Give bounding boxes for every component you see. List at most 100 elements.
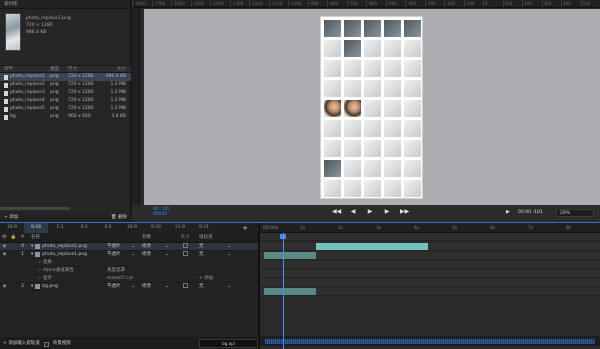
- aspect-tab[interactable]: 3:4: [96, 223, 120, 233]
- asset-row[interactable]: bg png 960 x 640 3.4 KB: [0, 113, 131, 121]
- layer-track-select[interactable]: 无 ⌄: [196, 251, 234, 258]
- layer-row[interactable]: ◉ 2 ▾ bg.png 不透叶 ⌄ 修改 ⌄ 无 ⌄: [0, 283, 258, 291]
- aspect-tab[interactable]: 4:3: [72, 223, 96, 233]
- aspect-tab[interactable]: 16:9: [0, 223, 24, 233]
- eye-icon[interactable]: ◉: [0, 251, 9, 258]
- timeline-tick: 8s: [566, 226, 572, 231]
- layer-track-select[interactable]: 无 ⌄: [196, 283, 234, 290]
- add-aspect-button[interactable]: +: [240, 223, 250, 233]
- ruler-mark: -1700: [151, 0, 172, 7]
- aspect-tab[interactable]: 21:9: [168, 223, 192, 233]
- timeline-ruler[interactable]: 00:00s 1s 2s 3s 4s 5s 6s 7s 8s: [260, 223, 600, 233]
- asset-scrollbar[interactable]: [0, 207, 70, 210]
- timeline-track-6: [260, 288, 600, 296]
- clip-photo-replace1-a[interactable]: [316, 243, 428, 250]
- layer-blend-select[interactable]: 真度遮罩: [104, 267, 139, 274]
- column-type[interactable]: 类型: [48, 66, 66, 72]
- column-dimensions[interactable]: 尺寸: [66, 66, 96, 72]
- skip-forward-icon[interactable]: ▶▶: [400, 208, 409, 215]
- add-asset-button[interactable]: + 添加: [4, 213, 18, 222]
- expand-icon[interactable]: ›: [39, 259, 41, 266]
- layer-track-select[interactable]: 无 ⌄: [196, 243, 234, 250]
- expand-icon[interactable]: ▾: [31, 243, 33, 250]
- chevron-down-icon: ⌄: [227, 244, 231, 249]
- aspect-tab[interactable]: 1:1: [48, 223, 72, 233]
- chevron-down-icon: ⌄: [227, 252, 231, 257]
- playback-controls: ◀◀ ◀ ▶ ▶ ▶▶: [332, 208, 409, 215]
- ruler-mark: -300: [424, 0, 445, 7]
- column-filesize[interactable]: 大小: [96, 66, 129, 72]
- layer-blend-select[interactable]: 不透叶 ⌄: [104, 283, 139, 290]
- play-icon[interactable]: ▶: [366, 208, 374, 215]
- column-name[interactable]: 名称: [0, 66, 48, 72]
- playhead-line[interactable]: [283, 233, 284, 349]
- expand-icon[interactable]: ▾: [31, 251, 33, 258]
- asset-row[interactable]: photo_replace4 png 720 x 1280 1.3 MB: [0, 97, 131, 105]
- layer-row[interactable]: ◉ 0 ▾ photo_replace1.png 不透叶 ⌄ 修改 ⌄ 无 ⌄: [0, 243, 258, 251]
- clip-bg[interactable]: [264, 288, 316, 295]
- asset-row[interactable]: photo_replace3 png 720 x 1280 1.3 MB: [0, 89, 131, 97]
- layer-param-select[interactable]: 修改 ⌄: [139, 283, 174, 290]
- layer-size[interactable]: [174, 243, 196, 250]
- layer-size[interactable]: [174, 283, 196, 290]
- timeline-panel[interactable]: 00:00s 1s 2s 3s 4s 5s 6s 7s 8s: [260, 223, 600, 349]
- layer-property-row[interactable]: › 变换: [0, 259, 258, 267]
- layer-param-select[interactable]: 修改 ⌄: [139, 243, 174, 250]
- layer-thumbnail: [35, 252, 41, 257]
- lock-icon[interactable]: [9, 251, 18, 258]
- layer-size[interactable]: [174, 251, 196, 258]
- aspect-tab[interactable]: 9:16: [24, 223, 48, 233]
- skip-back-icon[interactable]: ◀◀: [332, 208, 341, 215]
- grid-cell: [324, 120, 341, 137]
- step-back-icon[interactable]: ◀: [349, 208, 357, 215]
- asset-row[interactable]: photo_replace5 png 720 x 1280 1.3 MB: [0, 105, 131, 113]
- play-toggle-icon[interactable]: ▶: [506, 209, 510, 215]
- image-grid-preview[interactable]: [320, 16, 423, 199]
- grid-cell: [344, 140, 361, 157]
- eye-icon[interactable]: ◉: [0, 283, 9, 290]
- lock-icon[interactable]: [9, 283, 18, 290]
- add-input-track-button[interactable]: + 添加输入遮轨道: [3, 339, 40, 349]
- zoom-select[interactable]: 29%: [556, 209, 594, 217]
- asset-row[interactable]: photo_replace2 png 720 x 1280 1.3 MB: [0, 81, 131, 89]
- size-checkbox[interactable]: [182, 243, 188, 248]
- eye-icon[interactable]: ◉: [0, 243, 9, 250]
- grid-cell: [324, 20, 341, 37]
- size-checkbox[interactable]: [182, 283, 188, 288]
- filename-input[interactable]: bg.api: [199, 339, 258, 348]
- lock-header: 🔒: [10, 235, 17, 240]
- asset-name: photo_replace4: [0, 97, 48, 105]
- timeline-track-5: [260, 279, 600, 287]
- file-icon: [4, 98, 8, 104]
- layer-blend-select[interactable]: 不透叶 ⌄: [104, 251, 139, 258]
- layer-blend-select[interactable]: 不透叶 ⌄: [104, 243, 139, 250]
- audio-waveform-track[interactable]: [260, 336, 600, 346]
- layer-track-select[interactable]: + 添加: [196, 275, 234, 282]
- lock-icon[interactable]: [9, 243, 18, 250]
- asset-type: png: [50, 82, 59, 87]
- layer-property-row[interactable]: › Alpha通道属性 真度遮罩: [0, 267, 258, 275]
- layer-property-row[interactable]: › 名字 mask07.cal + 添加: [0, 275, 258, 283]
- expand-icon[interactable]: ›: [39, 275, 41, 282]
- layer-blend-select[interactable]: mask07.cal: [104, 275, 139, 282]
- ruler-mark: 400: [561, 0, 581, 7]
- expand-icon[interactable]: ›: [39, 267, 41, 274]
- ruler-mark: -1400: [210, 0, 230, 7]
- size-checkbox[interactable]: [182, 251, 188, 256]
- clip-photo-replace1-b[interactable]: [264, 252, 316, 259]
- layer-thumbnail: [35, 284, 41, 289]
- aspect-tab[interactable]: 9:21: [192, 223, 216, 233]
- layer-row[interactable]: ◉ 1 ▾ photo_replace1.png 不透叶 ⌄ 修改 ⌄ 无 ⌄: [0, 251, 258, 259]
- asset-filesize: 986.4 KB: [105, 74, 126, 79]
- playhead-handle[interactable]: [280, 234, 286, 239]
- asset-row[interactable]: photo_replace1 png 720 x 1280 986.4 KB: [0, 73, 131, 81]
- bg-video-checkbox[interactable]: [43, 341, 49, 347]
- ruler-mark: -400: [405, 0, 425, 7]
- asset-name: photo_replace2: [0, 81, 48, 89]
- aspect-tab[interactable]: 16:9: [120, 223, 144, 233]
- delete-asset-button[interactable]: 🗑 删除: [111, 213, 127, 222]
- step-forward-icon[interactable]: ▶: [383, 208, 391, 215]
- expand-icon[interactable]: ▾: [31, 283, 33, 290]
- aspect-tab[interactable]: 9:16: [144, 223, 168, 233]
- layer-param-select[interactable]: 修改 ⌄: [139, 251, 174, 258]
